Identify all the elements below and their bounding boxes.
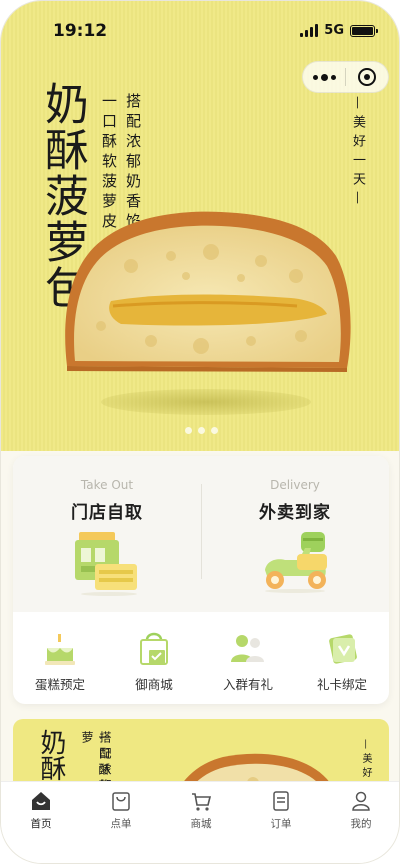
bread-image — [65, 211, 351, 372]
quick-link-label: 礼卡绑定 — [316, 677, 367, 692]
shopping-bag-icon — [140, 632, 168, 665]
miniprogram-capsule — [302, 61, 389, 93]
receipt-icon — [273, 791, 289, 811]
order-bag-icon — [112, 792, 130, 811]
quick-link-group[interactable]: 入群有礼 — [201, 618, 295, 704]
tab-label: 商城 — [190, 818, 212, 830]
tab-home[interactable]: 首页 — [1, 782, 81, 863]
quick-link-label: 蛋糕预定 — [34, 677, 85, 692]
tab-mall[interactable]: 商城 — [161, 782, 241, 863]
quick-link-giftcard[interactable]: 礼卡绑定 — [295, 618, 389, 704]
app-screen: 19:12 5G 奶酥菠萝包 一口酥软菠萝皮 搭配浓郁奶香馅 —美好一天— Ta… — [0, 0, 400, 864]
store-pickup-icon — [75, 532, 137, 596]
gift-card-icon — [329, 634, 357, 664]
carousel-dot[interactable] — [210, 427, 218, 434]
tab-label: 我的 — [350, 818, 372, 830]
scooter-delivery-icon — [265, 532, 327, 593]
profile-icon — [352, 791, 370, 811]
delivery-label: 外卖到家 — [259, 503, 331, 523]
carousel-dots[interactable] — [1, 427, 399, 434]
delivery-en-label: Delivery — [270, 478, 320, 492]
bread-shadow — [101, 389, 311, 415]
cart-icon — [192, 793, 212, 811]
quick-link-cake[interactable]: 蛋糕预定 — [13, 618, 107, 704]
more-options-icon[interactable] — [303, 62, 345, 92]
promo-title: 奶酥 — [36, 729, 66, 781]
carousel-dot[interactable] — [197, 427, 205, 434]
signal-icon — [300, 24, 319, 37]
delivery-button[interactable]: Delivery 外卖到家 — [201, 456, 389, 612]
pickup-label: 门店自取 — [71, 503, 143, 523]
group-users-icon — [231, 635, 264, 662]
home-icon — [32, 792, 50, 810]
tab-label: 订单 — [270, 818, 292, 830]
tab-label: 首页 — [30, 818, 52, 830]
carousel-dot[interactable] — [184, 427, 192, 434]
status-indicators: 5G — [300, 23, 378, 38]
tab-label: 点单 — [110, 818, 132, 830]
network-label: 5G — [324, 23, 344, 38]
quick-link-mall[interactable]: 御商城 — [107, 618, 201, 704]
tab-orders[interactable]: 订单 — [241, 782, 321, 863]
pickup-en-label: Take Out — [80, 478, 134, 492]
banner-side-tag: —美好一天— — [350, 96, 365, 210]
hero-banner[interactable]: 19:12 5G 奶酥菠萝包 一口酥软菠萝皮 搭配浓郁奶香馅 —美好一天— — [1, 1, 399, 451]
status-time: 19:12 — [53, 21, 108, 41]
service-card: Take Out 门店自取 Delivery 外卖到家 蛋糕预定 御商城 入群有… — [13, 456, 389, 704]
pickup-button[interactable]: Take Out 门店自取 — [13, 456, 201, 612]
bottom-tab-bar: 首页 点单 商城 订单 我的 — [1, 781, 399, 863]
service-options: Take Out 门店自取 Delivery 外卖到家 — [13, 456, 389, 612]
tab-profile[interactable]: 我的 — [321, 782, 399, 863]
quick-links: 蛋糕预定 御商城 入群有礼 礼卡绑定 — [13, 618, 389, 704]
cake-icon — [45, 634, 75, 665]
quick-link-label: 御商城 — [135, 677, 173, 692]
tab-order[interactable]: 点单 — [81, 782, 161, 863]
battery-icon — [350, 24, 378, 37]
quick-link-label: 入群有礼 — [222, 677, 273, 692]
close-miniprogram-icon[interactable] — [346, 62, 388, 92]
